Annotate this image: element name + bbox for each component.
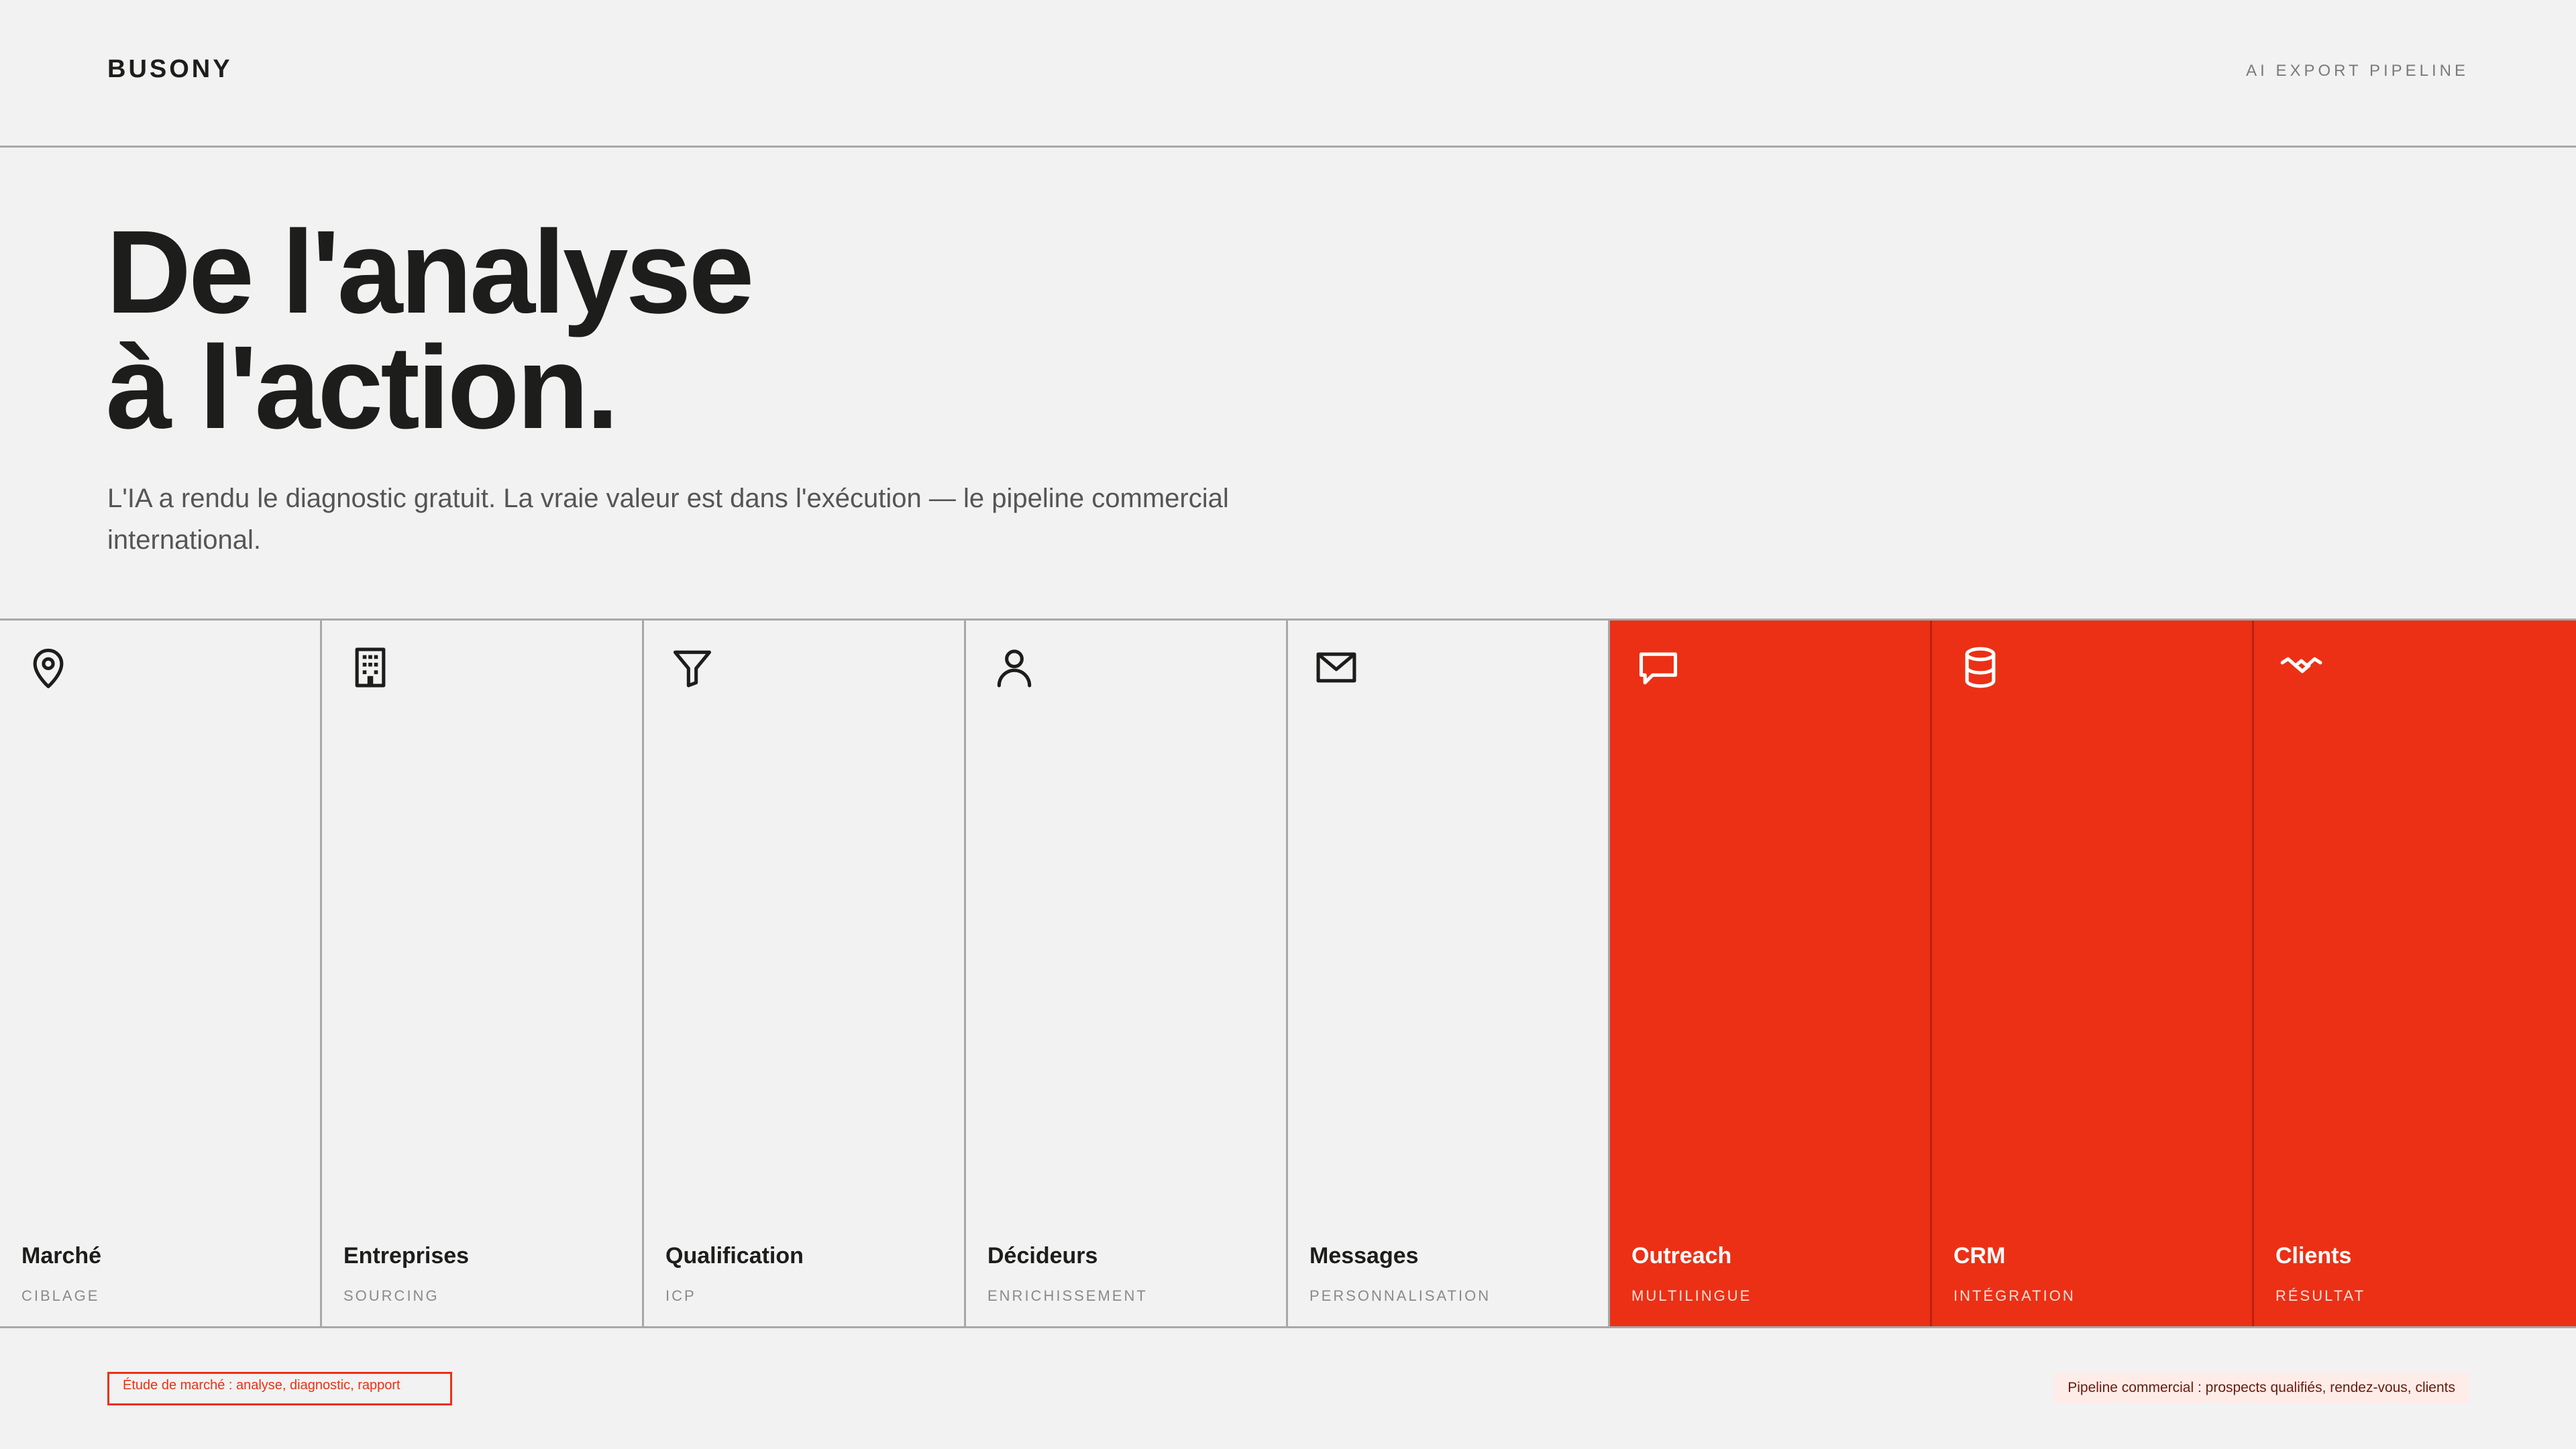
header-tagline: AI EXPORT PIPELINE: [2246, 62, 2469, 80]
stage-subtitle: CIBLAGE: [21, 1287, 100, 1304]
stage-crm[interactable]: CRM INTÉGRATION: [1932, 621, 2254, 1326]
stage-subtitle: ENRICHISSEMENT: [987, 1287, 1148, 1304]
stage-clients[interactable]: Clients RÉSULTAT: [2254, 621, 2576, 1326]
stage-subtitle: INTÉGRATION: [1953, 1287, 2076, 1304]
user-icon: [991, 645, 1037, 690]
stage-subtitle: MULTILINGUE: [1631, 1287, 1752, 1304]
hero-title-line-1: De l'analyse: [106, 207, 754, 338]
stage-subtitle: SOURCING: [343, 1287, 439, 1304]
handshake-icon: [2279, 645, 2325, 690]
building-icon: [347, 645, 393, 690]
map-pin-icon: [25, 645, 71, 690]
stage-decideurs[interactable]: Décideurs ENRICHISSEMENT: [966, 621, 1288, 1326]
stage-outreach[interactable]: Outreach MULTILINGUE: [1610, 621, 1932, 1326]
stage-messages[interactable]: Messages PERSONNALISATION: [1288, 621, 1610, 1326]
stage-marche[interactable]: Marché CIBLAGE: [0, 621, 322, 1326]
hero-title: De l'analyse à l'action.: [106, 207, 754, 453]
header: BUSONY AI EXPORT PIPELINE: [0, 0, 2576, 148]
stage-qualification[interactable]: Qualification ICP: [644, 621, 966, 1326]
stage-name: Entreprises: [343, 1243, 470, 1269]
hero-subtitle: L'IA a rendu le diagnostic gratuit. La v…: [107, 484, 1229, 555]
chat-bubble-icon: [1635, 645, 1681, 690]
market-study-note: Étude de marché : analyse, diagnostic, r…: [107, 1372, 452, 1405]
stage-name: Messages: [1309, 1243, 1419, 1269]
stage-name: Clients: [2275, 1243, 2352, 1269]
stage-name: Marché: [21, 1243, 102, 1269]
stage-name: Décideurs: [987, 1243, 1098, 1269]
stage-subtitle: RÉSULTAT: [2275, 1287, 2366, 1304]
stage-name: Outreach: [1631, 1243, 1732, 1269]
pipeline: Marché CIBLAGE Entreprises SOURCING Qual…: [0, 619, 2576, 1328]
database-icon: [1957, 645, 2003, 690]
brand-logo[interactable]: BUSONY: [107, 55, 233, 84]
stage-subtitle: ICP: [665, 1287, 696, 1304]
funnel-icon: [669, 645, 715, 690]
pipeline-note: Pipeline commercial : prospects qualifié…: [2054, 1373, 2469, 1403]
stage-entreprises[interactable]: Entreprises SOURCING: [322, 621, 644, 1326]
stage-name: Qualification: [665, 1243, 804, 1269]
envelope-icon: [1313, 645, 1359, 690]
stage-name: CRM: [1953, 1243, 2006, 1269]
hero-title-line-2: à l'action.: [106, 322, 619, 453]
stage-subtitle: PERSONNALISATION: [1309, 1287, 1491, 1304]
